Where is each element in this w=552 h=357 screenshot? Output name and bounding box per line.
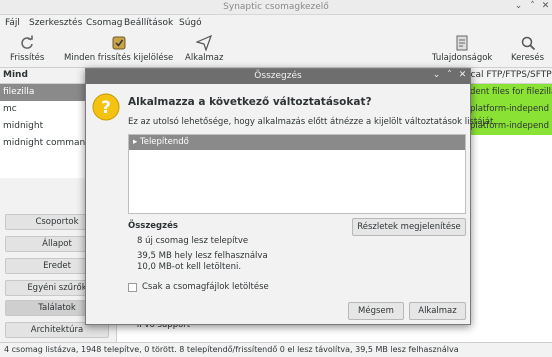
dialog-intro: Ez az utolsó lehetősége, hogy alkalmazás…	[128, 117, 497, 127]
summary-heading: Összegzés	[128, 221, 178, 231]
menu-settings[interactable]: Beállítások	[124, 18, 173, 28]
tree-row-install[interactable]: ▸ Telepítendő	[129, 135, 465, 150]
summary-dialog: Összegzés ⌄ ˄ ✕ ? Alkalmazza a következő…	[85, 68, 496, 325]
changes-tree: ▸ Telepítendő	[128, 134, 466, 214]
dialog-close-icon[interactable]: ✕	[457, 70, 468, 80]
search-button[interactable]: Keresés	[511, 35, 544, 63]
properties-button[interactable]: Tulajdonságok	[432, 35, 492, 63]
show-details-button[interactable]: Részletek megjelenítése	[352, 218, 466, 236]
dialog-heading: Alkalmazza a következő változtatásokat?	[128, 96, 372, 108]
search-icon	[521, 36, 535, 51]
expander-arrow-icon[interactable]: ▸	[133, 137, 140, 147]
dialog-maximize-icon[interactable]: ˄	[444, 70, 455, 80]
summary-line: 10,0 MB-ot kell letölteni.	[137, 262, 242, 272]
menu-file[interactable]: Fájl	[5, 18, 20, 28]
summary-line: 39,5 MB hely lesz felhasználva	[137, 251, 268, 261]
dialog-minimize-icon[interactable]: ⌄	[431, 70, 442, 80]
menu-help[interactable]: Súgó	[179, 18, 202, 28]
status-bar: 4 csomag listázva, 1948 telepítve, 0 tör…	[0, 342, 552, 357]
properties-icon	[456, 35, 468, 51]
toolbar: Frissítés Minden frissítés kijelölése Al…	[0, 32, 552, 68]
refresh-button[interactable]: Frissítés	[10, 35, 44, 63]
dialog-title-bar: Összegzés ⌄ ˄ ✕	[86, 69, 470, 84]
title-bar: Synaptic csomagkezelő ⌄ ˄ ✕	[0, 0, 552, 15]
svg-text:?: ?	[101, 98, 111, 118]
mark-upgrades-icon	[112, 36, 126, 50]
menu-edit[interactable]: Szerkesztés	[29, 18, 82, 28]
send-icon	[196, 35, 213, 51]
question-icon: ?	[92, 93, 120, 121]
column-header-label: Mind	[3, 70, 28, 80]
download-only-label[interactable]: Csak a csomagfájlok letöltése	[142, 282, 269, 292]
download-only-checkbox[interactable]	[128, 283, 137, 292]
refresh-icon	[21, 35, 33, 49]
mark-all-upgrades-button[interactable]: Minden frissítés kijelölése	[64, 35, 173, 63]
dialog-title: Összegzés	[254, 71, 302, 81]
description-header-fragment: ical FTP/FTPS/SFTP	[468, 70, 552, 80]
cancel-button[interactable]: Mégsem	[348, 302, 404, 320]
summary-line: 8 új csomag lesz telepítve	[137, 236, 249, 246]
menu-package[interactable]: Csomag	[86, 18, 122, 28]
minimize-icon[interactable]: ⌄	[513, 1, 524, 11]
apply-toolbar-button[interactable]: Alkalmaz	[185, 35, 223, 63]
maximize-icon[interactable]: ˄	[527, 1, 538, 11]
menu-bar: Fájl Szerkesztés Csomag Beállítások Súgó	[0, 15, 552, 32]
close-icon[interactable]: ✕	[540, 1, 551, 11]
status-text: 4 csomag listázva, 1948 telepítve, 0 tör…	[4, 345, 459, 354]
synaptic-window: Synaptic csomagkezelő ⌄ ˄ ✕ Fájl Szerkes…	[0, 0, 552, 357]
apply-button[interactable]: Alkalmaz	[409, 302, 466, 320]
window-title: Synaptic csomagkezelő	[223, 2, 329, 12]
